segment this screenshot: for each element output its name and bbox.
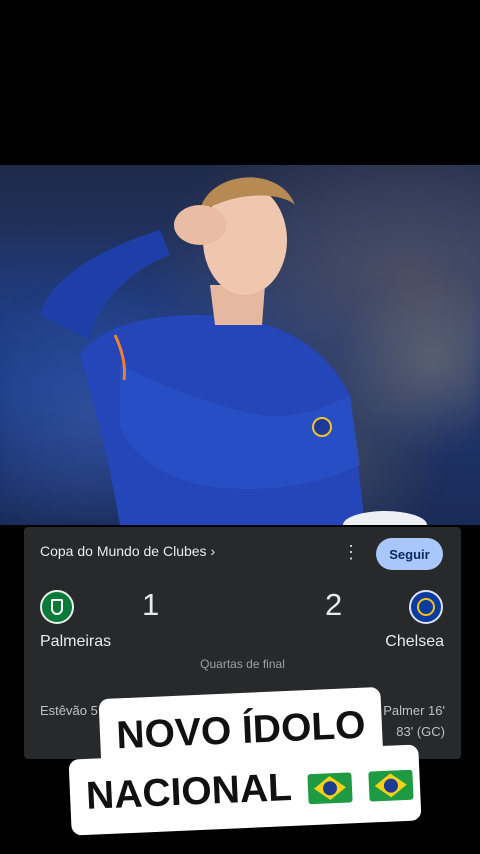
chelsea-crest-icon[interactable] bbox=[409, 590, 443, 624]
player-photo bbox=[0, 165, 480, 525]
home-scorer: Estêvão 5 bbox=[40, 703, 98, 718]
palmeiras-crest-icon[interactable] bbox=[40, 590, 74, 624]
away-scorer: 83' (GC) bbox=[396, 724, 445, 739]
more-vert-icon[interactable]: ⋮ bbox=[342, 541, 360, 563]
caption-text: NACIONAL bbox=[85, 766, 292, 818]
caption-sticker-line-2: NACIONAL bbox=[68, 744, 422, 836]
brazil-flag-icon bbox=[368, 769, 414, 802]
home-team-name[interactable]: Palmeiras bbox=[40, 633, 111, 651]
competition-link[interactable]: Copa do Mundo de Clubes › bbox=[40, 543, 215, 559]
away-team-name[interactable]: Chelsea bbox=[385, 633, 444, 651]
home-score: 1 bbox=[142, 587, 160, 622]
away-score: 2 bbox=[325, 587, 343, 622]
match-stage: Quartas de final bbox=[200, 657, 285, 671]
player-figure bbox=[40, 177, 427, 525]
follow-button[interactable]: Seguir bbox=[376, 538, 443, 570]
video-frame: Copa do Mundo de Clubes › ⋮ Seguir 1 2 P… bbox=[0, 0, 480, 854]
brazil-flag-icon bbox=[307, 772, 353, 804]
away-scorer: Palmer 16' bbox=[383, 703, 445, 718]
